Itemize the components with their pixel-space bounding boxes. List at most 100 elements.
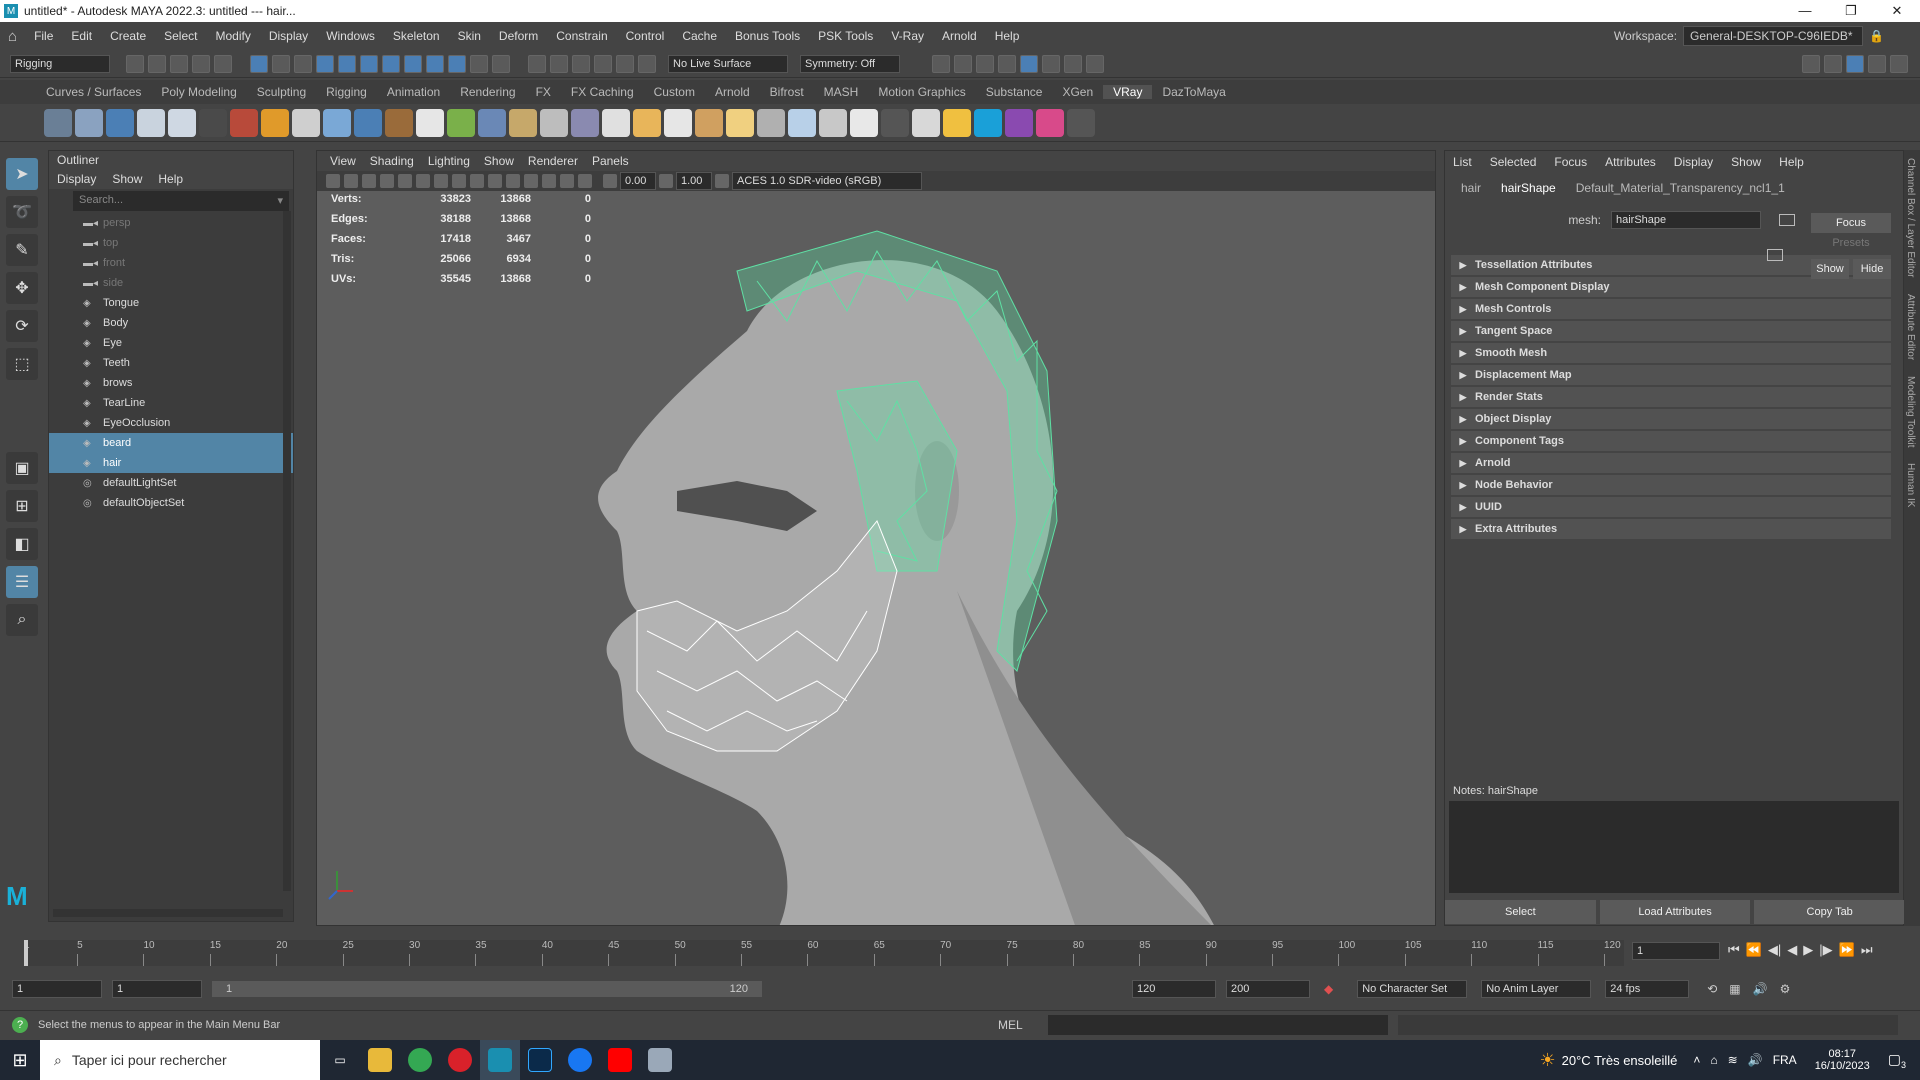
shelf-tool-29-icon[interactable] [912,108,940,137]
menuset-dropdown[interactable]: Rigging [10,54,110,73]
auto-key-icon[interactable]: ◆ [1324,982,1333,996]
shelf-tool-28-icon[interactable] [881,108,909,137]
outliner-item-body[interactable]: ◈ Body [49,313,293,333]
shelf-tool-25-icon[interactable] [788,108,816,137]
hide-button[interactable]: Hide [1853,259,1891,279]
maya-taskbar-icon[interactable] [480,1040,520,1080]
shelf-tool-33-icon[interactable] [1036,108,1064,137]
viewport-menu-lighting[interactable]: Lighting [421,154,477,168]
mask-surfaces-icon[interactable] [382,54,400,73]
select-camera-icon[interactable] [326,174,340,188]
lasso-tool-icon[interactable]: ➰ [6,196,38,228]
command-input[interactable] [1048,1014,1388,1035]
lock-icon[interactable]: 🔒 [1869,29,1884,43]
current-frame-field[interactable]: 1 [1632,942,1720,960]
shelf-tool-17-icon[interactable] [540,108,568,137]
playback-end-field[interactable]: 120 [1132,980,1216,998]
menu-cache[interactable]: Cache [673,29,726,43]
menu-create[interactable]: Create [101,29,155,43]
outliner-menu-help[interactable]: Help [158,172,183,186]
opera-icon[interactable] [440,1040,480,1080]
rotate-tool-icon[interactable]: ⟳ [6,310,38,342]
ae-tab-hair[interactable]: hair [1461,181,1481,195]
restore-button[interactable]: ❐ [1828,3,1874,19]
taskbar-search-input[interactable]: Taper ici pour rechercher [72,1052,227,1068]
scene-end-field[interactable]: 200 [1226,980,1310,998]
shelf-tab-arnold[interactable]: Arnold [705,85,760,99]
ae-section-smooth-mesh[interactable]: ▶ Smooth Mesh [1451,343,1891,363]
undo-icon[interactable] [192,54,210,73]
go-to-end-icon[interactable]: ⏭ [1861,942,1873,958]
time-slider[interactable]: 1510152025303540455055606570758085909510… [0,932,1920,972]
clock-date[interactable]: 16/10/2023 [1815,1060,1870,1072]
viewport-panel[interactable]: View Shading Lighting Show Renderer Panels 0.… [316,150,1436,926]
shelf-tool-27-icon[interactable] [850,108,878,137]
snap-grid-icon[interactable] [528,54,546,73]
close-button[interactable]: ✕ [1874,3,1920,19]
shelf-tab-daztomaya[interactable]: DazToMaya [1152,85,1235,99]
volume-icon[interactable]: 🔊 [1748,1053,1763,1067]
mask-rendering-icon[interactable] [448,54,466,73]
current-time-indicator[interactable] [24,940,28,966]
paint-select-tool-icon[interactable]: ✎ [6,234,38,266]
tool-settings-icon[interactable] [1868,54,1886,73]
outliner-item-tearline[interactable]: ◈ TearLine [49,393,293,413]
outliner-search[interactable]: Search... ▾ [73,191,289,211]
modeling-toolkit-icon[interactable] [1802,54,1820,73]
task-view-icon[interactable]: ▭ [320,1040,360,1080]
menu-display[interactable]: Display [260,29,317,43]
time-ticks[interactable]: 1510152025303540455055606570758085909510… [24,940,1624,966]
side-tab-modeling-toolkit[interactable]: Modeling Toolkit [1904,368,1917,456]
shadows-icon[interactable] [542,174,556,188]
go-to-input-icon[interactable] [1779,214,1795,226]
shelf-tool-20-icon[interactable] [633,108,661,137]
viewport-menu-shading[interactable]: Shading [363,154,421,168]
isolate-select-icon[interactable] [560,174,574,188]
photoshop-icon[interactable] [520,1040,560,1080]
menu-v-ray[interactable]: V-Ray [882,29,933,43]
shelf-tool-30-icon[interactable] [943,108,971,137]
shelf-tool-21-icon[interactable] [664,108,692,137]
symmetry-dropdown[interactable]: Symmetry: Off [800,54,900,73]
mask-handles-icon[interactable] [316,54,334,73]
shelf-tool-7-icon[interactable] [230,108,258,137]
focus-button[interactable]: Focus [1811,213,1891,233]
ae-tab-hairshape[interactable]: hairShape [1501,181,1556,195]
chrome-icon[interactable] [400,1040,440,1080]
shelf-tab-mash[interactable]: MASH [814,85,869,99]
shelf-tool-13-icon[interactable] [416,108,444,137]
outliner-item-beard[interactable]: ◈ beard [49,433,293,453]
camera-attributes-icon[interactable] [344,174,358,188]
ae-menu-display[interactable]: Display [1674,155,1713,169]
ae-section-mesh-controls[interactable]: ▶ Mesh Controls [1451,299,1891,319]
ae-menu-help[interactable]: Help [1779,155,1804,169]
shelf-tab-substance[interactable]: Substance [976,85,1053,99]
shelf-tool-16-icon[interactable] [509,108,537,137]
ae-section-object-display[interactable]: ▶ Object Display [1451,409,1891,429]
shelf-tab-custom[interactable]: Custom [644,85,705,99]
clock-time[interactable]: 08:17 [1828,1048,1856,1060]
shelf-tool-18-icon[interactable] [571,108,599,137]
render-settings-icon[interactable] [998,54,1016,73]
mask-dynamics-icon[interactable] [426,54,444,73]
shelf-tool-32-icon[interactable] [1005,108,1033,137]
weather-text[interactable]: 20°C Très ensoleillé [1562,1053,1678,1068]
ae-section-arnold[interactable]: ▶ Arnold [1451,453,1891,473]
move-tool-icon[interactable]: ✥ [6,272,38,304]
hypershade-icon[interactable] [1020,54,1038,73]
viewport-menu-renderer[interactable]: Renderer [521,154,585,168]
lock-selection-icon[interactable] [470,54,488,73]
ae-section-extra-attributes[interactable]: ▶ Extra Attributes [1451,519,1891,539]
snap-projected-icon[interactable] [594,54,612,73]
textured-icon[interactable] [506,174,520,188]
pause-icon[interactable] [1086,54,1104,73]
outliner-item-tongue[interactable]: ◈ Tongue [49,293,293,313]
mask-curves-icon[interactable] [360,54,378,73]
shelf-tool-31-icon[interactable] [974,108,1002,137]
outliner-persp-layout-icon[interactable]: ☰ [6,566,38,598]
shelf-tab-curves-surfaces[interactable]: Curves / Surfaces [36,85,151,99]
ae-menu-show[interactable]: Show [1731,155,1761,169]
shelf-tool-15-icon[interactable] [478,108,506,137]
outliner-item-side[interactable]: ▬◂ side [49,273,293,293]
menu-edit[interactable]: Edit [62,29,101,43]
